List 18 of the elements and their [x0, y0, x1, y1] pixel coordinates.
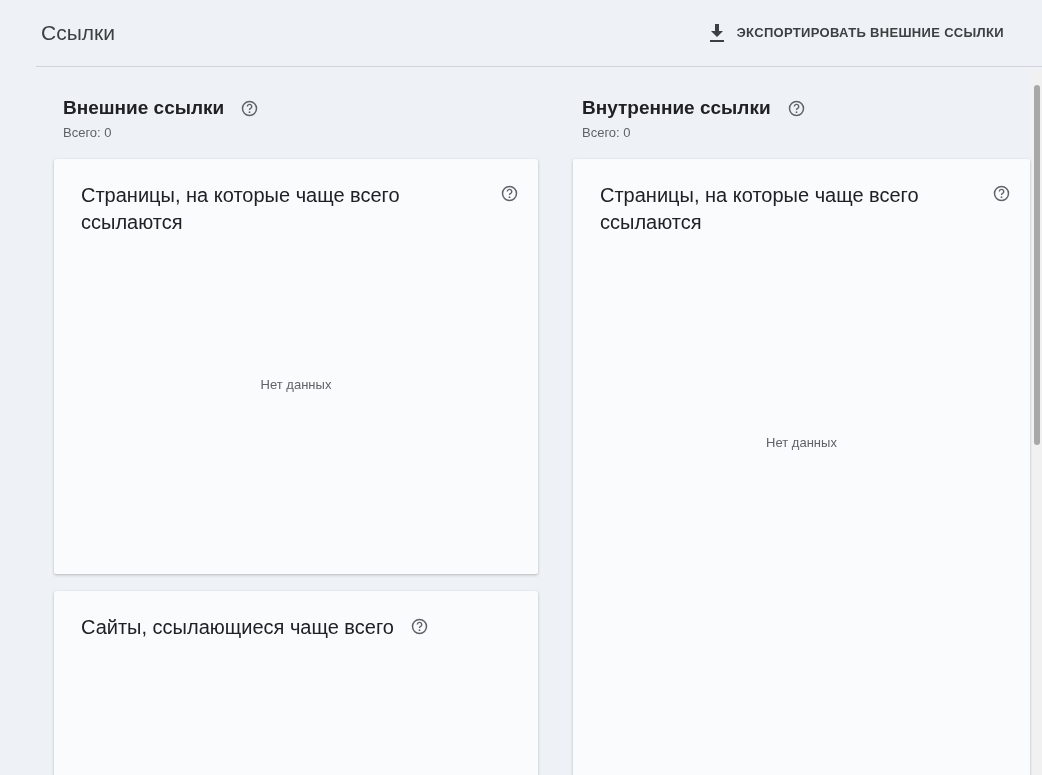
empty-message: Нет данных	[766, 433, 837, 452]
section-title: Внутренние ссылки	[582, 96, 771, 120]
total-count: Всего: 0	[63, 123, 113, 142]
empty-message: Нет данных	[260, 376, 332, 395]
help-icon[interactable]	[241, 99, 259, 117]
card-title: Страницы, на которые чаще всего ссылаются	[81, 183, 401, 235]
export-button[interactable]: ЭКСПОРТИРОВАТЬ ВНЕШНИЕ ССЫЛКИ	[700, 19, 1012, 47]
card-title: Сайты, ссылающиеся чаще всего	[81, 615, 394, 640]
help-icon[interactable]	[787, 99, 805, 117]
card-title: Страницы, на которые чаще всего ссылаются	[600, 183, 920, 235]
help-icon[interactable]	[501, 185, 518, 202]
scrollbar[interactable]	[1032, 70, 1042, 775]
help-icon[interactable]	[410, 618, 428, 635]
total-count: Всего: 0	[582, 123, 632, 142]
page-title: Ссылки	[41, 20, 115, 47]
help-icon[interactable]	[993, 185, 1010, 202]
section-title: Внешние ссылки	[63, 96, 225, 120]
download-icon	[708, 24, 725, 42]
